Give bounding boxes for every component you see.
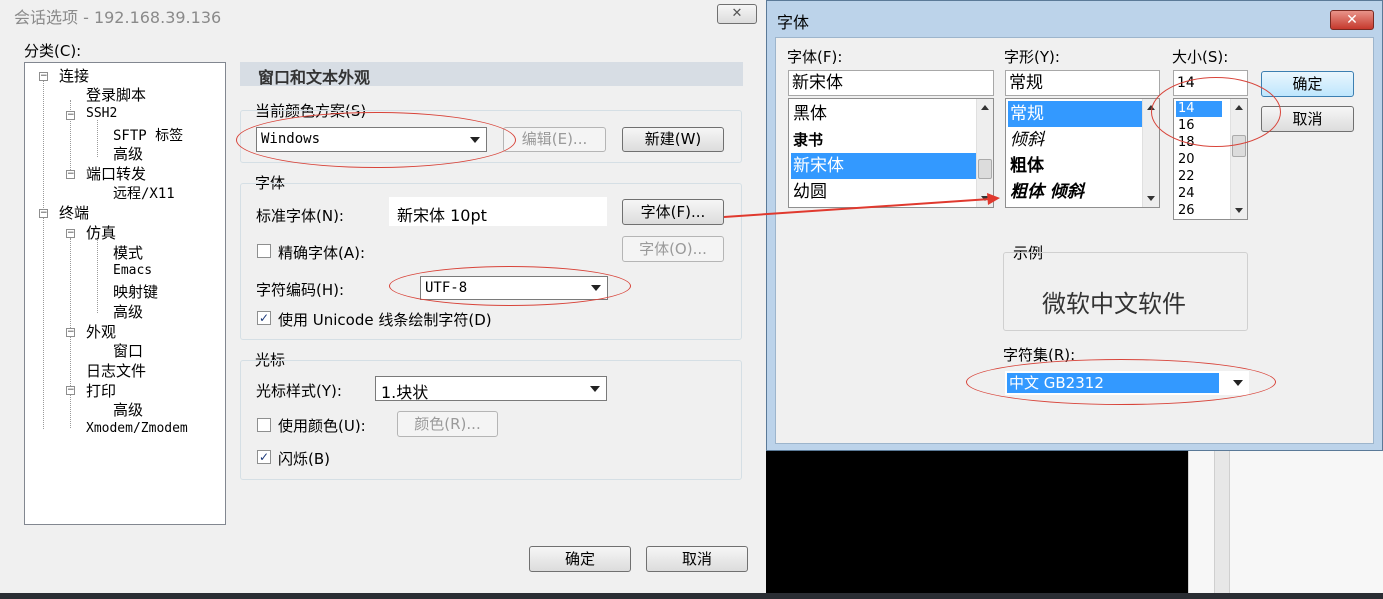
annotation-arrow (723, 193, 1000, 218)
